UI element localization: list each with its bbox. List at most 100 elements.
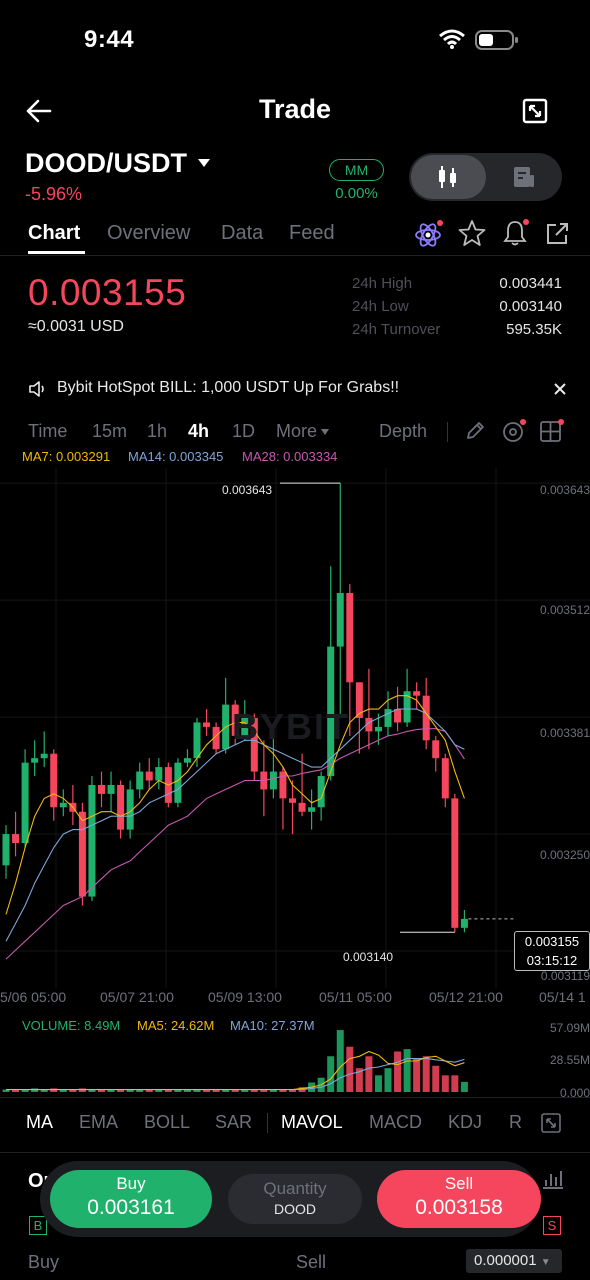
candle-body [145,771,153,781]
volume-bar [403,1049,411,1092]
volume-bar [460,1081,468,1092]
candle-body [441,758,449,799]
ind-macd[interactable]: MACD [369,1112,422,1133]
tf-depth[interactable]: Depth [379,421,427,442]
tab-overview[interactable]: Overview [107,222,190,245]
vol-y-label-1: 57.09M [549,1021,590,1035]
volume-chart[interactable] [0,1022,590,1094]
candle-body [59,802,67,808]
x-label-6: 05/14 1 [539,989,586,1005]
tab-data[interactable]: Data [221,222,263,245]
tab-chart[interactable]: Chart [28,222,80,245]
volume-bar [441,1075,449,1092]
candle-body [289,798,296,803]
candle-body [155,767,163,781]
mm-value: 0.00% [335,185,378,202]
indicator-settings-icon[interactable] [501,418,527,444]
atom-icon[interactable] [414,220,444,248]
orderbook-chart-icon[interactable] [541,1168,565,1190]
close-icon[interactable] [553,382,567,396]
high-label: 24h High [352,275,413,292]
sell-price: 0.003158 [415,1196,503,1219]
candle-body [98,784,105,794]
orderbook-view-icon[interactable] [513,165,535,189]
volume-bar [365,1056,373,1092]
ma7-legend: MA7: 0.003291 [22,449,111,464]
orderbook-buy-col: Buy [28,1252,60,1272]
wifi-icon [438,28,466,50]
tf-15m[interactable]: 15m [92,421,127,442]
turnover-value: 595.35K [506,321,562,338]
tf-1h[interactable]: 1h [147,421,167,442]
battery-icon [475,29,519,51]
tf-4h[interactable]: 4h [188,421,209,442]
ma28-legend: MA28: 0.003334 [242,449,338,464]
volume-bar [451,1075,459,1092]
volume-bar [50,1088,58,1092]
candle-body [78,811,86,897]
candle-body [394,709,402,723]
candle-body [432,740,440,759]
candle-countdown: 03:15:12 [526,953,578,968]
ind-boll[interactable]: BOLL [144,1112,190,1133]
tab-feed[interactable]: Feed [289,222,335,245]
view-toggle[interactable] [409,153,562,201]
quantity-field[interactable]: Quantity DOOD [228,1174,362,1224]
tf-more[interactable]: More [276,421,317,442]
y-label-1: 0.003643 [539,483,590,497]
tick-size-select[interactable]: 0.000001 ▼ [466,1249,562,1273]
candle-body [308,807,316,812]
indicator-expand-icon[interactable] [540,1112,562,1134]
low-value: 0.003140 [499,298,562,315]
ind-sar[interactable]: SAR [215,1112,252,1133]
caret-down-icon[interactable] [197,158,211,168]
indicator-separator [267,1113,268,1133]
candle-body [12,834,20,843]
caret-down-small-icon[interactable] [320,428,330,436]
last-price: 0.003155 [28,272,187,313]
tf-1d[interactable]: 1D [232,421,255,442]
buy-label: Buy [116,1174,146,1193]
candle-body [174,762,182,803]
candle-body [451,798,459,928]
candle-body [21,762,29,843]
pair-symbol[interactable]: DOOD/USDT [25,148,187,179]
quantity-unit: DOOD [274,1201,316,1217]
tick-caret-icon: ▼ [540,1257,551,1268]
x-label-4: 05/11 05:00 [319,989,392,1005]
buy-ratio-badge: B [29,1216,47,1235]
star-icon[interactable] [458,219,486,247]
ind-ma[interactable]: MA [26,1112,53,1133]
ind-mavol[interactable]: MAVOL [281,1112,343,1133]
buy-button[interactable]: Buy 0.003161 [50,1170,212,1228]
share-icon[interactable] [544,221,570,247]
grid-layout-icon[interactable] [539,418,565,444]
announcement-text[interactable]: Bybit HotSpot BILL: 1,000 USDT Up For Gr… [57,379,399,397]
candle-body [31,758,39,763]
candle-body [346,593,354,683]
candle-body [422,695,430,741]
ind-more[interactable]: R [509,1112,522,1133]
sell-button[interactable]: Sell 0.003158 [377,1170,541,1228]
section-divider [0,1152,590,1153]
x-label-5: 05/12 21:00 [429,989,503,1005]
page-title: Trade [258,94,332,124]
candlestick-view-icon[interactable] [436,164,460,190]
chart-watermark: BYBIT [232,706,350,747]
candle-body [88,784,96,897]
candle-body [203,722,211,727]
ma28-line [5,728,465,960]
pencil-icon[interactable] [464,420,486,442]
tf-time[interactable]: Time [28,421,67,442]
tabs-divider [0,255,590,256]
ind-kdj[interactable]: KDJ [448,1112,482,1133]
volume-bar [346,1046,354,1092]
fullscreen-icon[interactable] [522,98,548,124]
current-price-tag: 0.003155 03:15:12 [514,931,590,971]
bell-icon[interactable] [501,218,531,248]
ind-ema[interactable]: EMA [79,1112,118,1133]
mm-badge[interactable]: MM [329,159,384,181]
candle-body [413,691,421,696]
speaker-icon [28,379,48,399]
volume-bar [374,1075,382,1092]
